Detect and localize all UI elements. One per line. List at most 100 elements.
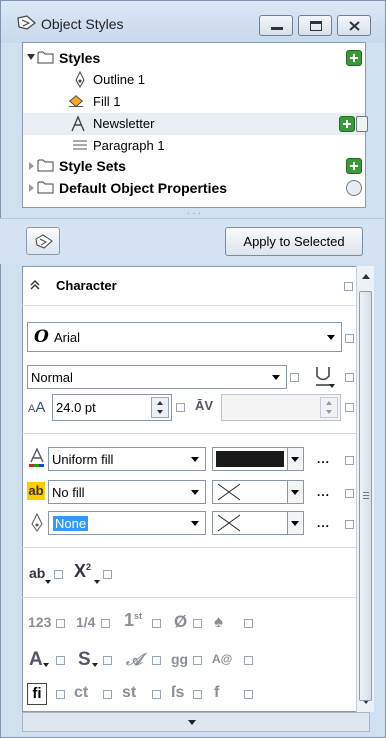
add-style-button[interactable] xyxy=(346,50,362,66)
outline-width-combo[interactable]: None xyxy=(48,511,206,535)
collapsed-arrow-icon[interactable] xyxy=(29,162,34,170)
expand-more-icon[interactable] xyxy=(188,720,196,725)
titling-alternates-checkbox[interactable] xyxy=(244,656,253,665)
tree-row-style-sets[interactable]: Style Sets xyxy=(23,155,365,177)
discretionary-ligatures-icon[interactable]: ct xyxy=(74,684,88,702)
fill-more-button[interactable]: ... xyxy=(317,452,330,466)
stylistic-sets-icon[interactable]: S xyxy=(78,649,91,671)
fill-color-picker[interactable] xyxy=(212,447,304,471)
expanded-arrow-icon[interactable] xyxy=(27,54,35,60)
font-size-stepper[interactable] xyxy=(151,397,169,418)
collapse-section-icon[interactable] xyxy=(30,279,40,291)
slashed-zero-checkbox[interactable] xyxy=(193,619,202,628)
superscript-checkbox[interactable] xyxy=(103,570,112,579)
font-family-combo[interactable]: O Arial xyxy=(27,322,342,352)
scroll-thumb[interactable] xyxy=(359,291,372,701)
stylistic-sets-dropdown-icon[interactable] xyxy=(92,663,98,667)
minimize-button[interactable] xyxy=(259,15,293,36)
tree-row-newsletter[interactable]: Newsletter xyxy=(23,113,368,135)
fill-type-combo[interactable]: Uniform fill xyxy=(48,447,206,471)
baseline-checkbox[interactable] xyxy=(54,570,63,579)
historical-ligatures-checkbox[interactable] xyxy=(152,690,161,699)
swash-icon[interactable]: 𝒜 xyxy=(126,650,142,670)
tree-row-default-properties[interactable]: Default Object Properties xyxy=(23,177,365,199)
numeral-style-icon[interactable]: 123 xyxy=(28,614,51,630)
tree-row-paragraph[interactable]: Paragraph 1 xyxy=(23,135,365,157)
contextual-alternates-icon[interactable]: f xyxy=(214,684,219,702)
kerning-spinbox[interactable] xyxy=(221,394,341,421)
superscript-dropdown-icon[interactable] xyxy=(94,580,100,584)
dropdown-arrow-icon[interactable] xyxy=(191,521,199,526)
capitals-dropdown-icon[interactable] xyxy=(43,663,49,667)
capitals-icon[interactable]: A xyxy=(29,649,43,671)
fractions-checkbox[interactable] xyxy=(101,619,110,628)
kerning-checkbox[interactable] xyxy=(345,403,354,412)
dropdown-arrow-icon[interactable] xyxy=(191,457,199,462)
slashed-zero-icon[interactable]: Ø xyxy=(174,612,187,632)
dropdown-arrow-icon[interactable] xyxy=(291,521,299,526)
outline-color-picker[interactable] xyxy=(212,511,304,535)
dropdown-arrow-icon[interactable] xyxy=(191,490,199,495)
styles-tree[interactable]: Styles Outline 1 Fill 1 Newsletter Parag… xyxy=(22,42,368,208)
font-checkbox[interactable] xyxy=(345,334,354,343)
stylistic-alternates-checkbox[interactable] xyxy=(193,656,202,665)
kerning-stepper[interactable] xyxy=(320,397,338,418)
standard-ligatures-icon[interactable]: fi xyxy=(27,683,47,705)
background-color-picker[interactable] xyxy=(212,480,304,504)
dropdown-arrow-icon[interactable] xyxy=(291,490,299,495)
add-style-set-button[interactable] xyxy=(346,158,362,174)
window-title: Object Styles xyxy=(41,16,124,32)
apply-style-icon-button[interactable] xyxy=(26,227,60,255)
historical-forms-checkbox[interactable] xyxy=(193,690,202,699)
stylistic-alternates-icon[interactable]: gg xyxy=(171,651,188,667)
titling-alternates-icon[interactable]: A@ xyxy=(212,652,232,666)
discretionary-ligatures-checkbox[interactable] xyxy=(103,690,112,699)
underline-checkbox[interactable] xyxy=(345,373,354,382)
dropdown-arrow-icon[interactable] xyxy=(272,375,280,380)
stylistic-sets-checkbox[interactable] xyxy=(103,656,112,665)
font-style-checkbox[interactable] xyxy=(290,373,299,382)
tree-row-styles[interactable]: Styles xyxy=(23,47,365,69)
fractions-icon[interactable]: 1/4 xyxy=(76,614,95,630)
baseline-shift-icon[interactable]: ab xyxy=(29,565,45,581)
contextual-alternates-checkbox[interactable] xyxy=(244,690,253,699)
close-button[interactable] xyxy=(337,15,371,36)
default-properties-icon[interactable] xyxy=(346,180,362,196)
add-child-style-button[interactable] xyxy=(339,116,355,132)
outline-checkbox[interactable] xyxy=(345,520,354,529)
character-section-header[interactable]: Character xyxy=(22,266,356,306)
background-fill-more-button[interactable]: ... xyxy=(317,485,330,499)
ordinals-icon[interactable]: 1st xyxy=(124,610,142,631)
superscript-icon[interactable]: X2 xyxy=(74,561,91,582)
font-size-spinbox[interactable]: 24.0 pt xyxy=(52,394,172,421)
font-size-checkbox[interactable] xyxy=(176,403,185,412)
section-checkbox[interactable] xyxy=(344,282,353,291)
baseline-dropdown-icon[interactable] xyxy=(45,580,51,584)
tree-row-fill[interactable]: Fill 1 xyxy=(23,91,365,113)
outline-more-button[interactable]: ... xyxy=(317,516,330,530)
fill-checkbox[interactable] xyxy=(345,456,354,465)
underline-dropdown-icon[interactable] xyxy=(329,384,335,388)
maximize-button[interactable] xyxy=(298,15,332,36)
scroll-up-icon[interactable] xyxy=(362,274,370,279)
tree-row-outline[interactable]: Outline 1 xyxy=(23,69,365,91)
font-style-combo[interactable]: Normal xyxy=(27,365,287,389)
swash-checkbox[interactable] xyxy=(152,656,161,665)
background-fill-combo[interactable]: No fill xyxy=(48,480,206,504)
ordinals-checkbox[interactable] xyxy=(152,619,161,628)
capitals-checkbox[interactable] xyxy=(56,656,65,665)
ornaments-checkbox[interactable] xyxy=(244,619,253,628)
apply-to-selected-button[interactable]: Apply to Selected xyxy=(225,227,363,256)
dropdown-arrow-icon[interactable] xyxy=(291,457,299,462)
historical-ligatures-icon[interactable]: st xyxy=(122,684,136,702)
historical-forms-icon[interactable]: ſs xyxy=(171,684,184,702)
splitter-grip[interactable]: . . . xyxy=(22,207,366,217)
standard-ligatures-checkbox[interactable] xyxy=(56,690,65,699)
ornaments-icon[interactable]: ♠ xyxy=(214,612,223,632)
dropdown-arrow-icon[interactable] xyxy=(327,335,335,340)
delete-style-icon[interactable] xyxy=(356,116,368,132)
numeral-style-checkbox[interactable] xyxy=(56,619,65,628)
background-fill-checkbox[interactable] xyxy=(345,489,354,498)
more-options-bar[interactable] xyxy=(22,712,370,732)
collapsed-arrow-icon[interactable] xyxy=(29,184,34,192)
